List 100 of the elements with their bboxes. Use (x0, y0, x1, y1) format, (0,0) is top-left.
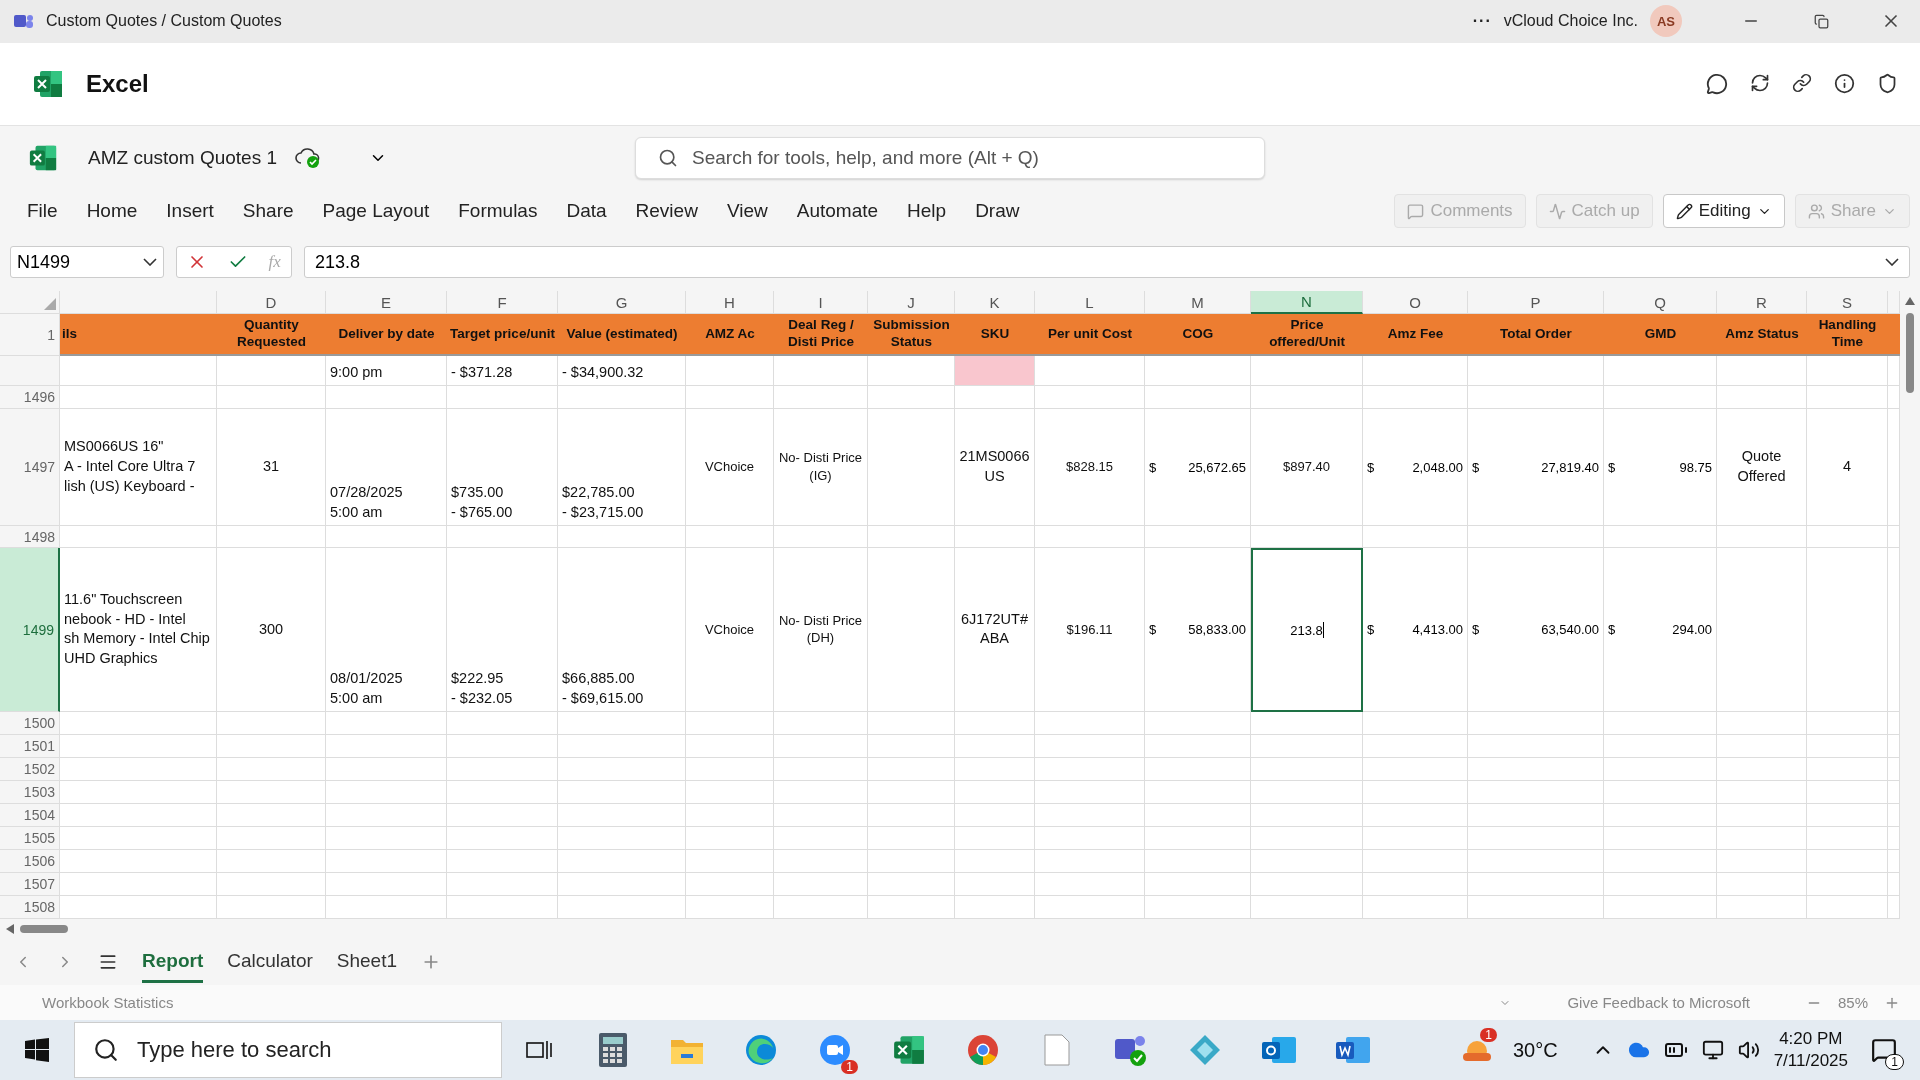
menu-item[interactable]: File (27, 200, 58, 223)
row-header[interactable]: 1496 (0, 386, 60, 410)
column-header[interactable]: I (774, 291, 868, 315)
feedback-link[interactable]: Give Feedback to Microsoft (1567, 994, 1750, 1012)
table-cell (1888, 356, 1900, 387)
app-name: Excel (86, 69, 149, 98)
row-header[interactable]: 1502 (0, 758, 60, 782)
table-cell (1888, 850, 1900, 874)
toolbar-button[interactable]: Editing (1662, 194, 1785, 229)
header-cell: Total Order (1468, 314, 1604, 357)
taskbar-search-field[interactable]: Type here to search (74, 1022, 502, 1078)
table-cell (1888, 827, 1900, 851)
column-header[interactable]: J (868, 291, 955, 315)
menu-item[interactable]: View (726, 200, 768, 223)
row-header[interactable]: 1500 (0, 712, 60, 736)
menu-item[interactable]: Draw (975, 200, 1020, 223)
network-icon[interactable] (1701, 1039, 1724, 1061)
column-header[interactable]: P (1468, 291, 1604, 315)
table-cell (1888, 712, 1900, 736)
column-header[interactable]: R (1717, 291, 1807, 315)
link-icon[interactable] (1792, 72, 1812, 93)
scroll-thumb[interactable] (1906, 313, 1914, 394)
column-header[interactable]: N (1251, 291, 1363, 315)
table-cell (1888, 526, 1900, 549)
horizontal-scrollbar[interactable] (0, 919, 1920, 940)
avatar[interactable]: AS (1650, 5, 1682, 38)
menu-item[interactable]: Home (86, 200, 138, 223)
caret-icon (143, 258, 157, 267)
row-header[interactable]: 1506 (0, 850, 60, 874)
table-cell: 21MS0066 US (955, 409, 1035, 527)
search-field[interactable]: Search for tools, help, and more (Alt + Q) (635, 136, 1265, 179)
file-name[interactable]: AMZ custom Quotes 1 (88, 146, 277, 169)
menu-item[interactable]: Formulas (458, 200, 538, 223)
header-cell: Deal Reg / Disti Price (774, 314, 868, 357)
browser-icon[interactable] (745, 1034, 777, 1066)
row-header[interactable]: 1499 (0, 548, 60, 713)
caret-icon (1885, 258, 1899, 267)
calculator-icon[interactable] (599, 1033, 627, 1067)
chrome-icon[interactable] (967, 1034, 999, 1066)
menu-item[interactable]: Help (907, 200, 947, 223)
column-header[interactable]: K (955, 291, 1035, 315)
volume-icon[interactable] (1737, 1039, 1760, 1061)
info-icon[interactable] (1834, 72, 1855, 94)
column-header[interactable]: S (1807, 291, 1888, 315)
column-header[interactable]: E (326, 291, 447, 315)
row-header[interactable]: 1505 (0, 827, 60, 851)
header-cell: Amz Fee (1363, 314, 1468, 357)
column-header[interactable]: F (447, 291, 558, 315)
status-text[interactable]: Workbook Statistics (42, 994, 174, 1012)
chat-icon[interactable] (1706, 72, 1728, 95)
teams-icon[interactable] (1113, 1033, 1149, 1067)
search-icon (658, 147, 678, 168)
sheet-tab[interactable]: Sheet1 (336, 941, 397, 983)
menu-item[interactable]: Data (566, 200, 607, 223)
menu-item[interactable]: Share (242, 200, 294, 223)
row-header[interactable]: 1504 (0, 804, 60, 828)
restore-icon[interactable] (1813, 13, 1829, 29)
sheet-tab[interactable]: Report (142, 941, 204, 983)
column-header[interactable]: H (686, 291, 774, 315)
table-cell: - $371.28 (447, 356, 558, 387)
row-header[interactable]: 1507 (0, 873, 60, 897)
menu-item[interactable]: Automate (796, 200, 879, 223)
windows-start-icon[interactable] (25, 1038, 49, 1062)
row-header[interactable]: 1498 (0, 526, 60, 549)
column-header[interactable] (1888, 291, 1900, 315)
column-header[interactable]: Q (1604, 291, 1717, 315)
column-header[interactable]: O (1363, 291, 1468, 315)
row-header[interactable]: 1497 (0, 409, 60, 527)
column-header[interactable]: G (558, 291, 686, 315)
spreadsheet-app-icon[interactable] (892, 1033, 926, 1067)
column-header[interactable] (60, 291, 217, 315)
refresh-icon[interactable] (1750, 72, 1770, 93)
zoom-level[interactable]: 85% (1837, 994, 1868, 1012)
clock[interactable]: 4:20 PM 7/11/2025 (1773, 1027, 1848, 1073)
shield-icon[interactable] (1877, 72, 1898, 94)
header-cell: ils (60, 314, 217, 357)
mail-app-icon[interactable] (1262, 1035, 1296, 1065)
row-header[interactable]: 1 (0, 314, 60, 357)
name-box[interactable]: N1499 (10, 246, 164, 279)
formula-input[interactable]: 213.8 (304, 246, 1910, 279)
menu-item[interactable]: Insert (166, 200, 214, 223)
more-button[interactable]: ··· (1472, 12, 1492, 31)
column-header[interactable]: M (1145, 291, 1251, 315)
table-cell: $222.95 - $232.05 (447, 548, 558, 713)
menu-item[interactable]: Page Layout (322, 200, 430, 223)
table-cell (1888, 758, 1900, 782)
temperature[interactable]: 30°C (1512, 1038, 1558, 1062)
scroll-thumb[interactable] (20, 925, 68, 934)
header-cell: SKU (955, 314, 1035, 357)
column-header[interactable]: D (217, 291, 326, 315)
row-header[interactable]: 1508 (0, 896, 60, 920)
row-header[interactable]: 1503 (0, 781, 60, 805)
document-app-icon[interactable] (1336, 1035, 1370, 1065)
table-cell (1888, 896, 1900, 920)
column-header[interactable]: L (1035, 291, 1145, 315)
row-header[interactable]: 1501 (0, 735, 60, 759)
task-view-icon[interactable] (526, 1039, 552, 1061)
active-cell[interactable]: 213.8 (1251, 548, 1363, 713)
sheet-tab[interactable]: Calculator (227, 941, 313, 983)
menu-item[interactable]: Review (635, 200, 698, 223)
